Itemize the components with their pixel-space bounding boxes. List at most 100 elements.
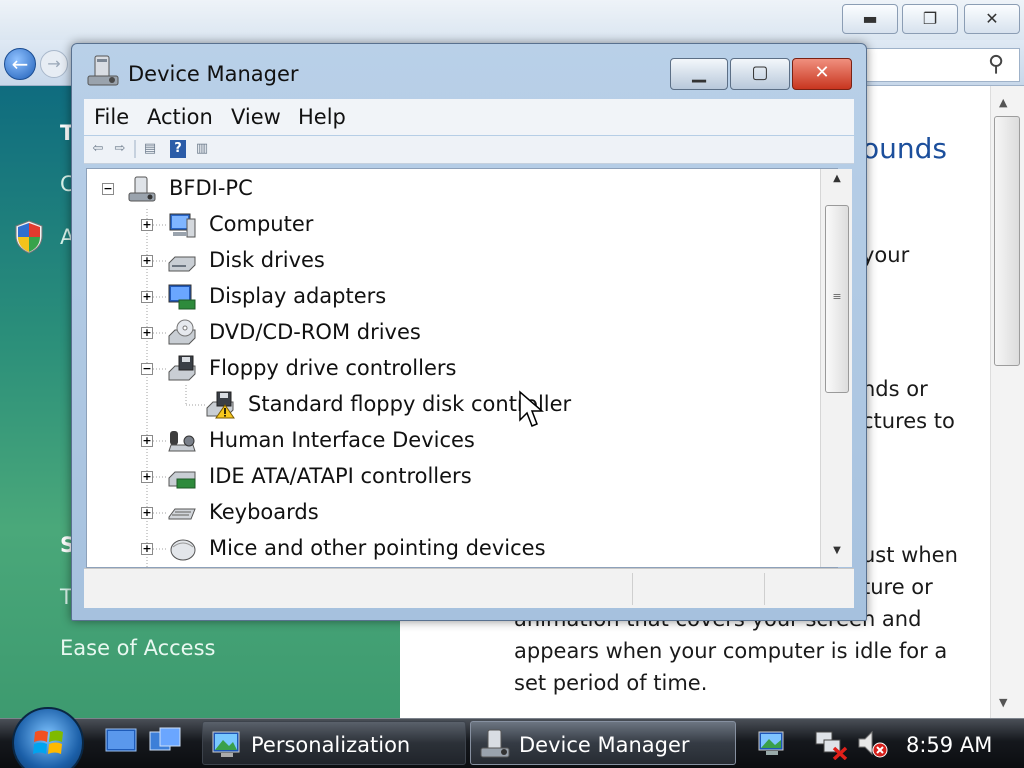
back-arrow-icon: ←: [11, 52, 29, 76]
menu-action[interactable]: Action: [147, 105, 213, 129]
device-manager-icon: [87, 55, 119, 86]
menu-file[interactable]: File: [94, 105, 129, 129]
taskbar-device-manager-button[interactable]: Device Manager: [470, 721, 736, 765]
content-text-fragment: ctures to: [862, 409, 955, 433]
content-text-fragment: ture or: [862, 575, 933, 599]
console-tree-icon[interactable]: ▥: [192, 140, 212, 158]
computer-root-icon: [128, 176, 156, 202]
status-bar: [84, 568, 854, 608]
tree-item-display-adapters[interactable]: + Display adapters: [87, 280, 827, 314]
taskbar-item-label: Device Manager: [519, 733, 690, 757]
tree-scrollbar[interactable]: ▲ ≡ ▼: [820, 169, 852, 567]
personalization-restore-button[interactable]: ❐: [902, 4, 958, 34]
content-text-fragment: ust when: [862, 543, 958, 567]
tree-item-label: DVD/CD-ROM drives: [209, 320, 421, 344]
disk-drive-icon: [168, 256, 196, 272]
device-manager-window: Device Manager ▁ ▢ ✕ File Action View He…: [71, 43, 867, 621]
scroll-down-arrow-icon[interactable]: ▼: [999, 696, 1007, 709]
expand-icon[interactable]: +: [141, 291, 153, 303]
expand-icon[interactable]: +: [141, 435, 153, 447]
minimize-button[interactable]: ▁: [670, 58, 728, 90]
scroll-up-arrow-icon[interactable]: ▲: [821, 173, 853, 184]
ease-of-access-link[interactable]: Ease of Access: [60, 636, 215, 660]
shield-icon: [15, 220, 43, 254]
scroll-down-arrow-icon[interactable]: ▼: [821, 545, 853, 556]
floppy-controller-icon: [168, 355, 196, 381]
expand-icon[interactable]: +: [141, 543, 153, 555]
tree-item-label: Display adapters: [209, 284, 387, 308]
taskbar-clock[interactable]: 8:59 AM: [906, 733, 992, 757]
expand-icon[interactable]: +: [141, 507, 153, 519]
tree-item-mice[interactable]: + Mice and other pointing devices: [87, 532, 827, 566]
grip-icon: ≡: [832, 290, 842, 303]
display-adapter-icon: [168, 284, 196, 310]
content-scrollbar-thumb[interactable]: [994, 116, 1020, 366]
properties-icon[interactable]: ▤: [140, 140, 160, 158]
tree-item-disk-drives[interactable]: + Disk drives: [87, 244, 827, 278]
tree-item-hid[interactable]: + Human Interface Devices: [87, 424, 827, 458]
toolbar-separator: [134, 140, 136, 158]
maximize-button[interactable]: ▢: [730, 58, 790, 90]
computer-icon: [169, 213, 196, 238]
device-manager-titlebar[interactable]: Device Manager ▁ ▢ ✕: [72, 44, 866, 94]
menu-bar: File Action View Help: [84, 99, 854, 135]
back-arrow-icon[interactable]: ⇦: [88, 140, 108, 158]
tree-item-label: Computer: [209, 212, 314, 236]
personalization-minimize-button[interactable]: ▬: [842, 4, 898, 34]
volume-muted-icon[interactable]: [856, 728, 890, 760]
scroll-up-arrow-icon[interactable]: ▲: [999, 96, 1007, 109]
personalization-icon: [212, 731, 240, 757]
tree-item-computer[interactable]: + Computer: [87, 208, 827, 242]
expand-icon[interactable]: +: [141, 327, 153, 339]
tree-item-standard-floppy-controller[interactable]: Standard floppy disk controller: [87, 388, 827, 422]
close-icon: ✕: [985, 9, 999, 28]
search-icon[interactable]: ⚲: [988, 52, 1004, 77]
floppy-warning-icon: [206, 391, 235, 419]
expand-icon[interactable]: +: [141, 255, 153, 267]
forward-arrow-icon: →: [47, 54, 61, 73]
menu-help[interactable]: Help: [298, 105, 346, 129]
status-separator: [764, 573, 765, 605]
mouse-icon: [170, 539, 196, 561]
tree-item-keyboards[interactable]: + Keyboards: [87, 496, 827, 530]
display-settings-tray-icon[interactable]: [756, 728, 790, 760]
collapse-icon[interactable]: −: [102, 183, 114, 195]
tree-item-label: Disk drives: [209, 248, 325, 272]
show-desktop-icon[interactable]: [104, 726, 138, 756]
expand-icon[interactable]: +: [141, 471, 153, 483]
forward-arrow-icon[interactable]: ⇨: [110, 140, 130, 158]
restore-icon: ❐: [922, 9, 938, 28]
tree-scrollbar-thumb[interactable]: ≡: [825, 205, 849, 393]
content-heading-fragment: ounds: [862, 132, 947, 165]
toolbar: ⇦ ⇨ ▤ ? ▥: [84, 136, 854, 164]
tree-item-dvd-drives[interactable]: + DVD/CD-ROM drives: [87, 316, 827, 350]
back-button[interactable]: ←: [4, 48, 36, 80]
device-tree[interactable]: − BFDI-PC + Computer + Disk drives + Dis…: [86, 168, 838, 568]
tree-item-label: Keyboards: [209, 500, 319, 524]
maximize-icon: ▢: [751, 62, 769, 83]
device-manager-icon: [480, 729, 510, 758]
menu-view[interactable]: View: [231, 105, 281, 129]
windows-logo-icon: [33, 730, 63, 754]
collapse-icon[interactable]: −: [141, 363, 153, 375]
expand-icon[interactable]: +: [141, 219, 153, 231]
content-text-line: set period of time.: [514, 671, 708, 695]
minimize-icon: ▬: [862, 9, 878, 28]
hid-icon: [168, 431, 196, 452]
personalization-close-button[interactable]: ✕: [964, 4, 1020, 34]
close-button[interactable]: ✕: [792, 58, 852, 90]
tree-item-ide-controllers[interactable]: + IDE ATA/ATAPI controllers: [87, 460, 827, 494]
tree-item-root[interactable]: − BFDI-PC: [87, 172, 827, 206]
switch-windows-icon[interactable]: [148, 726, 182, 756]
keyboard-icon: [168, 508, 196, 520]
dvd-drive-icon: [168, 319, 196, 345]
tree-item-floppy-controllers[interactable]: − Floppy drive controllers: [87, 352, 827, 386]
mouse-cursor-icon: [519, 390, 544, 427]
help-icon[interactable]: ?: [170, 140, 186, 158]
status-separator: [632, 573, 633, 605]
forward-button[interactable]: →: [40, 50, 68, 78]
taskbar-personalization-button[interactable]: Personalization: [202, 721, 466, 765]
tree-item-label: IDE ATA/ATAPI controllers: [209, 464, 472, 488]
network-disconnected-icon[interactable]: [814, 728, 848, 760]
minimize-icon: ▁: [692, 62, 706, 83]
